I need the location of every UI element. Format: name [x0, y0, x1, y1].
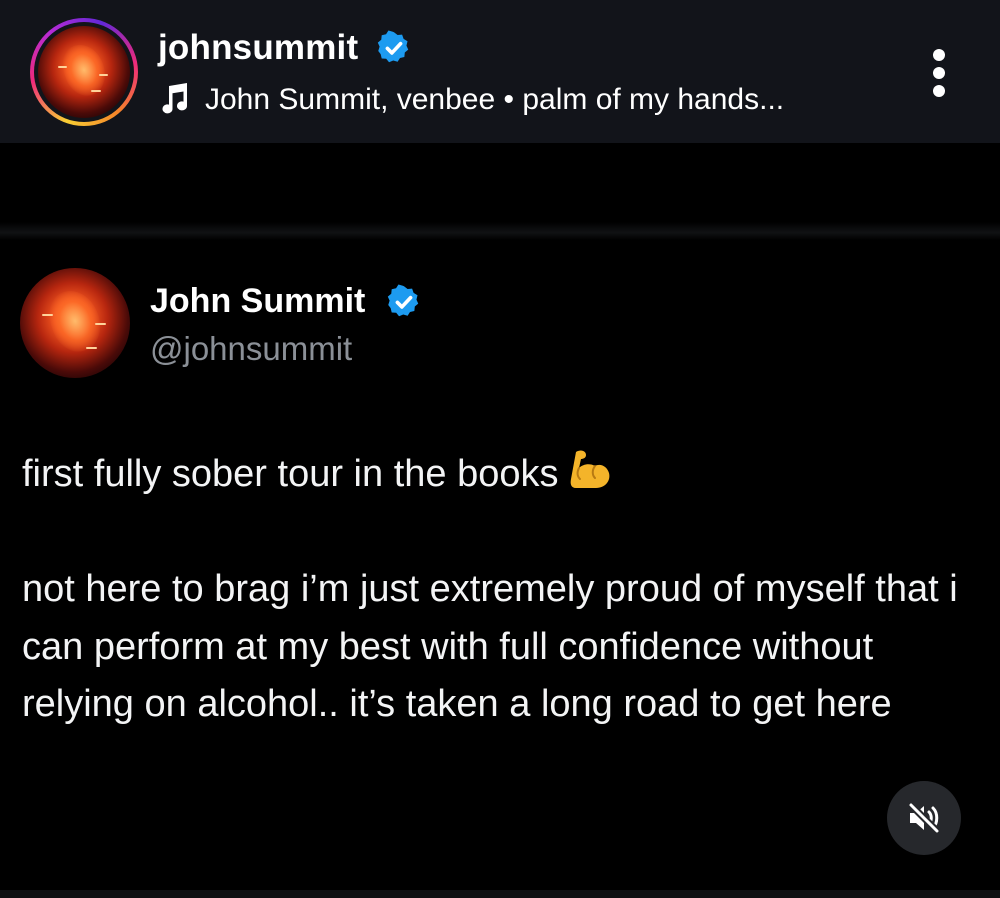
more-dot-icon — [933, 85, 945, 97]
audio-track-label[interactable]: John Summit, venbee • palm of my hands..… — [205, 83, 784, 117]
tweet-paragraph: not here to brag i’m just extremely prou… — [22, 568, 958, 725]
bottom-edge — [0, 890, 1000, 898]
post-header: johnsummit John Summit, venbee • palm of… — [0, 0, 1000, 143]
profile-avatar[interactable] — [38, 26, 130, 118]
mute-toggle-button[interactable] — [887, 781, 961, 855]
flexed-biceps-emoji-icon — [571, 450, 610, 488]
verified-badge-icon — [377, 30, 409, 63]
speaker-muted-icon — [907, 801, 941, 835]
tweet-body: first fully sober tour in the books not … — [22, 446, 992, 734]
divider — [0, 222, 1000, 240]
more-dot-icon — [933, 67, 945, 79]
tweet-display-name: John Summit — [150, 282, 366, 320]
tweet-avatar — [20, 268, 130, 378]
story-avatar-ring[interactable] — [30, 18, 138, 126]
more-options-button[interactable] — [922, 45, 956, 101]
verified-badge-icon — [387, 284, 419, 317]
music-note-icon — [162, 83, 187, 114]
more-dot-icon — [933, 49, 945, 61]
username[interactable]: johnsummit — [158, 28, 358, 68]
tweet-line: first fully sober tour in the books — [22, 446, 992, 504]
tweet-handle: @johnsummit — [150, 330, 353, 367]
